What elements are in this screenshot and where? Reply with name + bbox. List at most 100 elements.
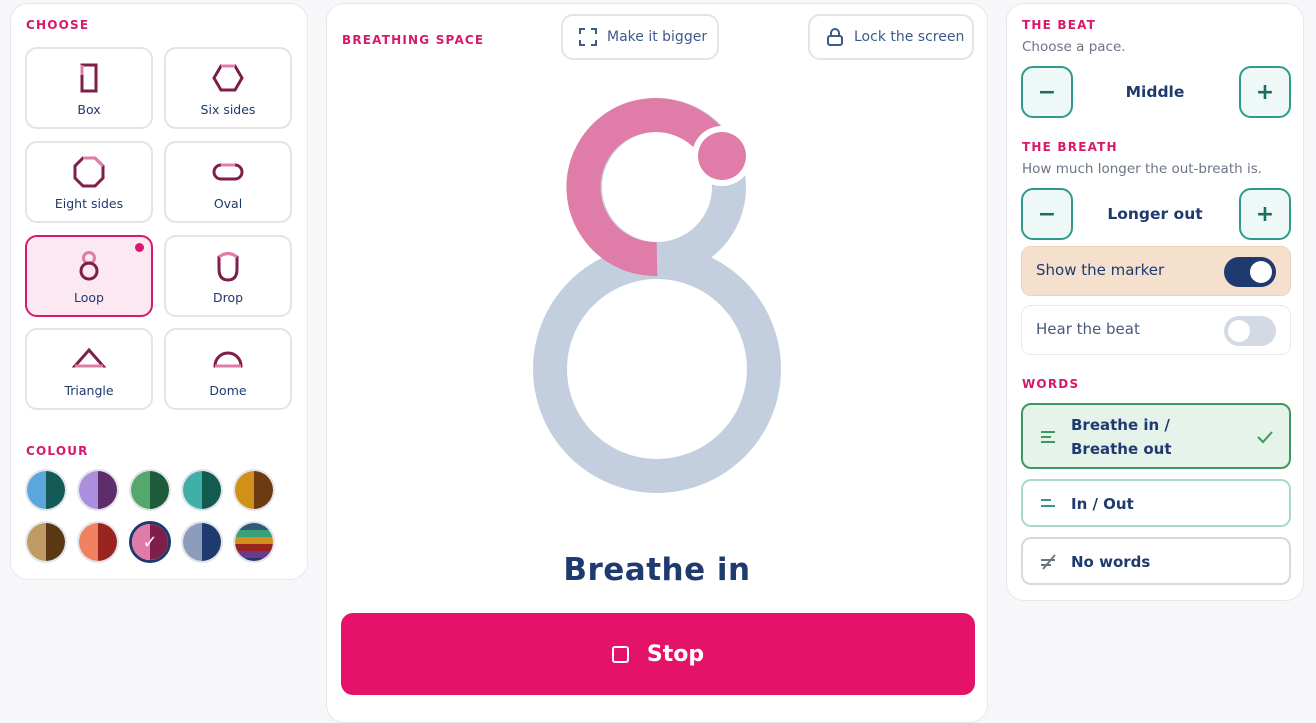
breath-decrease-button[interactable]: − <box>1021 188 1073 240</box>
swatch-left-half <box>183 471 202 509</box>
colour-swatch[interactable] <box>77 469 119 511</box>
shape-label: Six sides <box>200 102 256 117</box>
words-option-in-out[interactable]: In / Out <box>1021 479 1291 527</box>
check-icon <box>1257 431 1273 444</box>
shape-option-drop[interactable]: Drop <box>164 235 292 317</box>
shape-option-box[interactable]: Box <box>25 47 153 129</box>
swatch-right-half <box>98 471 117 509</box>
breath-instruction: Breathe in <box>563 552 751 588</box>
swatch-right-half <box>98 523 117 561</box>
swatch-left-half <box>27 471 46 509</box>
oval-shape-icon <box>212 163 244 181</box>
shape-label: Loop <box>74 290 104 305</box>
no-words-icon <box>1041 554 1056 570</box>
swatch-band <box>235 544 273 551</box>
colour-heading: COLOUR <box>26 444 89 458</box>
minus-icon: − <box>1037 79 1057 105</box>
shape-option-triangle[interactable]: Triangle <box>25 328 153 410</box>
shape-label: Eight sides <box>54 196 124 211</box>
beat-help-text: Choose a pace. <box>1022 39 1126 55</box>
beat-increase-button[interactable]: + <box>1239 66 1291 118</box>
breath-marker <box>698 132 746 180</box>
beat-heading: THE BEAT <box>1022 18 1097 32</box>
minus-icon: − <box>1037 201 1057 227</box>
words-option-line1: Breathe in / <box>1071 416 1170 434</box>
shape-option-dome[interactable]: Dome <box>164 328 292 410</box>
breath-heading: THE BREATH <box>1022 140 1118 154</box>
selected-dot <box>135 243 144 252</box>
breath-help-text: How much longer the out-breath is. <box>1022 161 1263 177</box>
choose-heading: CHOOSE <box>26 18 90 32</box>
swatch-right-half <box>150 471 169 509</box>
swatch-band <box>235 523 273 530</box>
toggle-knob <box>1250 261 1272 283</box>
swatch-right-half <box>46 471 65 509</box>
breath-increase-button[interactable]: + <box>1239 188 1291 240</box>
plus-icon: + <box>1255 79 1275 105</box>
words-option-none[interactable]: No words <box>1021 537 1291 585</box>
shape-option-six-sides[interactable]: Six sides <box>164 47 292 129</box>
words-option-label: No words <box>1071 553 1151 571</box>
swatch-left-half <box>79 523 98 561</box>
show-marker-row[interactable]: Show the marker <box>1021 246 1291 296</box>
shape-label: Oval <box>213 196 243 211</box>
stop-label: Stop <box>646 641 705 667</box>
breathing-loop-visual <box>533 98 781 493</box>
beat-decrease-button[interactable]: − <box>1021 66 1073 118</box>
shape-option-oval[interactable]: Oval <box>164 141 292 223</box>
swatch-left-half <box>27 523 46 561</box>
swatch-band <box>235 530 273 537</box>
swatch-right-half <box>202 523 221 561</box>
short-lines-icon <box>1041 499 1055 507</box>
loop-bottom-track <box>533 245 781 493</box>
hear-beat-row[interactable]: Hear the beat <box>1021 305 1291 355</box>
colour-swatch[interactable] <box>25 469 67 511</box>
drop-shape-icon <box>217 252 239 282</box>
colour-swatch[interactable] <box>77 521 119 563</box>
colour-swatch[interactable] <box>129 469 171 511</box>
words-option-line2: Breathe out <box>1071 440 1172 458</box>
swatch-band <box>235 537 273 544</box>
words-heading: WORDS <box>1022 377 1080 391</box>
beat-value: Middle <box>1125 83 1185 101</box>
swatch-left-half <box>183 523 202 561</box>
colour-swatch[interactable] <box>181 469 223 511</box>
toggle-knob <box>1228 320 1250 342</box>
shape-label: Drop <box>212 290 244 305</box>
triangle-shape-icon <box>72 347 106 368</box>
shape-option-eight-sides[interactable]: Eight sides <box>25 141 153 223</box>
show-marker-toggle[interactable] <box>1224 257 1276 287</box>
words-option-label: In / Out <box>1071 495 1134 513</box>
shape-option-loop[interactable]: Loop <box>25 235 153 317</box>
lines-icon <box>1041 431 1055 443</box>
swatch-band <box>235 558 273 561</box>
colour-swatch[interactable] <box>233 469 275 511</box>
shape-label: Dome <box>209 383 247 398</box>
colour-swatch[interactable] <box>181 521 223 563</box>
breathing-space-panel: BREATHING SPACE Make it bigger Lock the … <box>326 3 988 723</box>
colour-swatch[interactable] <box>25 521 67 563</box>
words-option-breathe[interactable]: Breathe in / Breathe out <box>1021 403 1291 469</box>
swatch-left-half <box>131 471 150 509</box>
swatch-left-half <box>79 471 98 509</box>
hear-beat-toggle[interactable] <box>1224 316 1276 346</box>
settings-panel: THE BEAT Choose a pace. − Middle + THE B… <box>1006 3 1304 601</box>
swatch-left-half <box>235 471 254 509</box>
box-shape-icon <box>80 63 98 93</box>
shape-colour-panel: CHOOSE Box Six sides Eight sides Oval Lo… <box>10 3 308 580</box>
plus-icon: + <box>1255 201 1275 227</box>
check-icon: ✓ <box>142 531 158 553</box>
colour-swatch[interactable] <box>233 521 275 563</box>
colour-swatch[interactable]: ✓ <box>129 521 171 563</box>
shape-label: Triangle <box>64 383 114 398</box>
swatch-right-half <box>202 471 221 509</box>
breath-value: Longer out <box>1107 205 1203 223</box>
swatch-right-half <box>46 523 65 561</box>
stop-button[interactable]: Stop <box>341 613 975 695</box>
stop-icon <box>611 645 629 663</box>
loop-shape-icon <box>79 251 99 281</box>
swatch-band <box>235 551 273 558</box>
dome-shape-icon <box>213 351 243 368</box>
swatch-right-half <box>254 471 273 509</box>
hear-beat-label: Hear the beat <box>1036 320 1140 338</box>
